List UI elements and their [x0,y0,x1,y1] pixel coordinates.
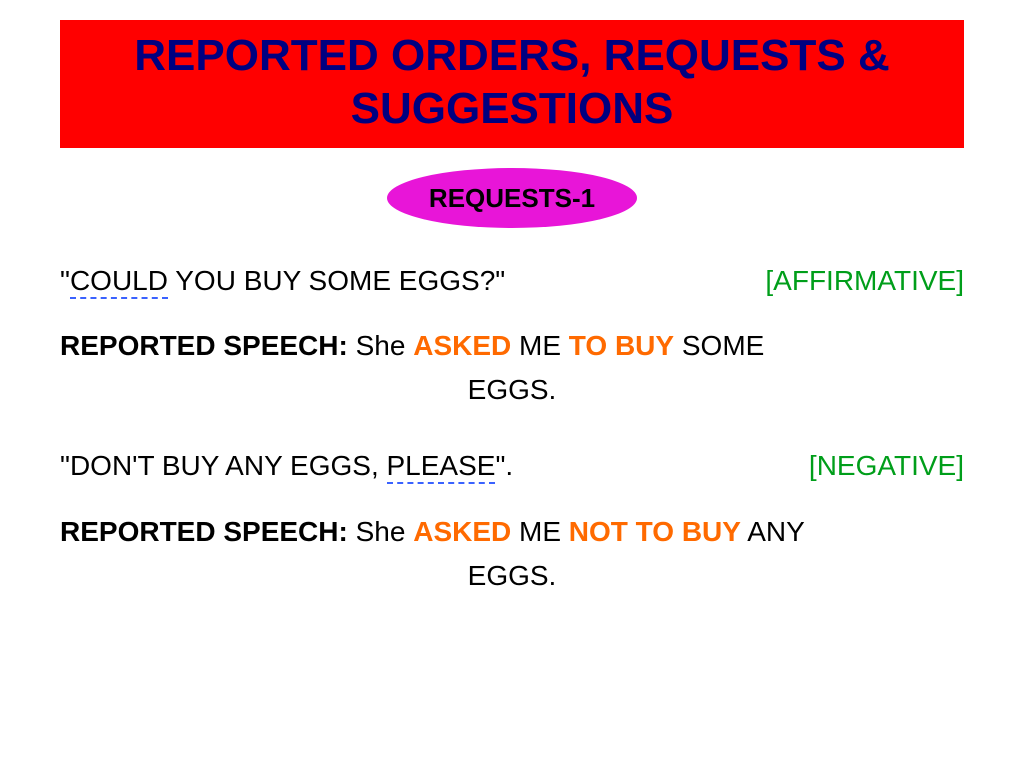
title-banner: REPORTED ORDERS, REQUESTS & SUGGESTIONS [60,20,964,148]
example1-rest: YOU BUY SOME EGGS?" [168,265,505,296]
reported2-pre: She [348,516,413,547]
reported1-mid: ME [511,330,569,361]
reported2-line2: EGGS. [60,557,964,595]
example1-row: "COULD YOU BUY SOME EGGS?" [AFFIRMATIVE] [60,262,964,300]
reported1-asked: ASKED [413,330,511,361]
slide: REPORTED ORDERS, REQUESTS & SUGGESTIONS … [0,0,1024,768]
example2-dashed-word: PLEASE [387,450,496,484]
reported2-post1: ANY [741,516,805,547]
content: "COULD YOU BUY SOME EGGS?" [AFFIRMATIVE]… [40,262,984,595]
example1-quote: "COULD YOU BUY SOME EGGS?" [60,262,505,300]
reported1-post1: SOME [674,330,764,361]
example2-pre: "DON'T BUY ANY EGGS, [60,450,387,481]
reported1-tobuy: TO BUY [569,330,674,361]
reported1-line1: REPORTED SPEECH: She ASKED ME TO BUY SOM… [60,327,964,365]
example1-dashed-word: COULD [70,265,168,299]
subtitle-wrap: REQUESTS-1 [40,168,984,228]
reported1-line2: EGGS. [60,371,964,409]
quote-open: " [60,265,70,296]
title-line-2: SUGGESTIONS [60,83,964,136]
reported2-asked: ASKED [413,516,511,547]
reported2-nottobuy: NOT TO BUY [569,516,741,547]
reported2-mid: ME [511,516,569,547]
example2-quote: "DON'T BUY ANY EGGS, PLEASE". [60,447,513,485]
reported1-pre: She [348,330,413,361]
reported2-line1: REPORTED SPEECH: She ASKED ME NOT TO BUY… [60,513,964,551]
example1-tag: [AFFIRMATIVE] [765,262,964,300]
reported1-label: REPORTED SPEECH: [60,330,348,361]
reported2-label: REPORTED SPEECH: [60,516,348,547]
example2-post: ". [495,450,513,481]
title-line-1: REPORTED ORDERS, REQUESTS & [60,30,964,83]
example2-row: "DON'T BUY ANY EGGS, PLEASE". [NEGATIVE] [60,447,964,485]
example2-tag: [NEGATIVE] [809,447,964,485]
reported2-block: REPORTED SPEECH: She ASKED ME NOT TO BUY… [60,513,964,595]
subtitle-pill: REQUESTS-1 [387,168,637,228]
reported1-block: REPORTED SPEECH: She ASKED ME TO BUY SOM… [60,327,964,409]
